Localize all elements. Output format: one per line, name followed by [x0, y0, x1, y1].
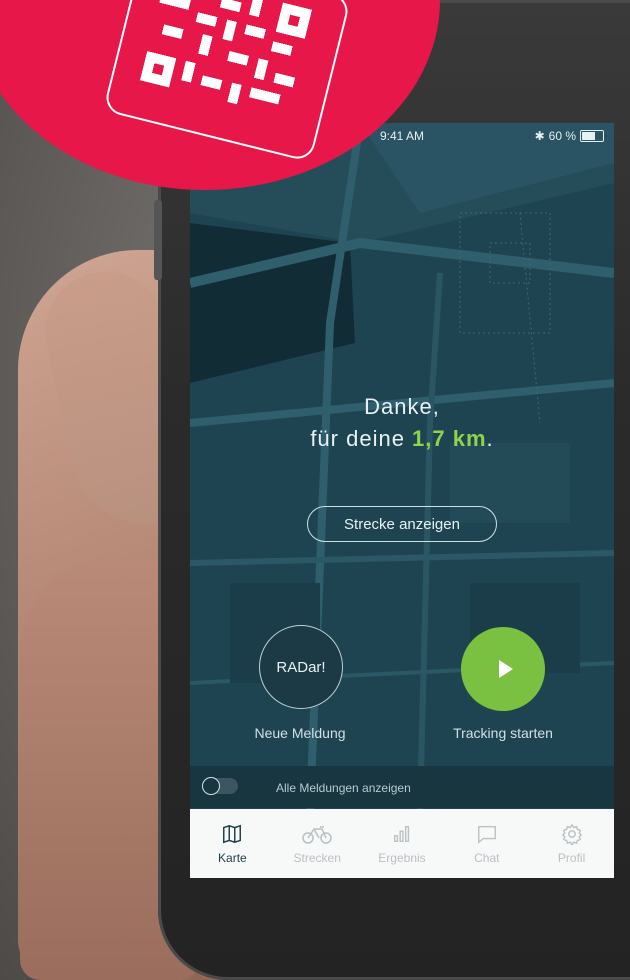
distance-value: 1,7 km: [412, 426, 487, 451]
play-icon: [498, 660, 513, 678]
battery-percent: 60 %: [548, 129, 576, 143]
thanks-prefix: für deine: [310, 426, 413, 451]
tab-ergebnis[interactable]: Ergebnis: [360, 809, 445, 878]
chat-icon: [477, 825, 496, 844]
tab-label-ergebnis: Ergebnis: [378, 850, 426, 865]
show-all-reports-row: Alle Meldungen anzeigen: [190, 766, 614, 808]
thanks-line2: für deine 1,7 km.: [190, 423, 614, 455]
bluetooth-icon: ✱: [534, 129, 545, 143]
show-all-reports-toggle[interactable]: [202, 777, 238, 795]
bicycle-icon: [302, 825, 332, 844]
tab-bar: Karte Strecken Ergebnis Chat Profil: [190, 809, 614, 878]
map-icon: [223, 824, 242, 843]
show-all-reports-label: Alle Meldungen anzeigen: [276, 781, 411, 795]
battery-icon: [580, 130, 604, 142]
phone-side-button: [154, 200, 162, 280]
tracking-label: Tracking starten: [453, 725, 553, 741]
toggle-knob: [202, 777, 220, 795]
app-screen: 9:41 AM ✱ 60 % Danke, für deine 1,7 km. …: [190, 123, 614, 809]
tab-karte[interactable]: Karte: [190, 809, 275, 878]
tab-label-chat: Chat: [474, 850, 500, 865]
thanks-suffix: .: [486, 426, 494, 451]
status-right: ✱ 60 %: [535, 129, 604, 143]
new-report-label: Neue Meldung: [254, 725, 346, 741]
tab-label-profil: Profil: [557, 850, 586, 865]
tab-chat[interactable]: Chat: [444, 809, 529, 878]
tab-label-strecken: Strecken: [293, 850, 341, 865]
tab-profil[interactable]: Profil: [529, 809, 614, 878]
map-background[interactable]: [190, 123, 614, 809]
radar-report-button[interactable]: RADar!: [259, 625, 343, 709]
thanks-message: Danke, für deine 1,7 km.: [190, 391, 614, 455]
bar-chart-icon: [393, 825, 410, 842]
tab-label-karte: Karte: [218, 850, 247, 865]
show-route-button[interactable]: Strecke anzeigen: [307, 506, 497, 542]
thanks-line1: Danke,: [364, 394, 440, 419]
start-tracking-button[interactable]: [461, 627, 545, 711]
tab-strecken[interactable]: Strecken: [275, 809, 360, 878]
gear-icon: [561, 823, 582, 845]
